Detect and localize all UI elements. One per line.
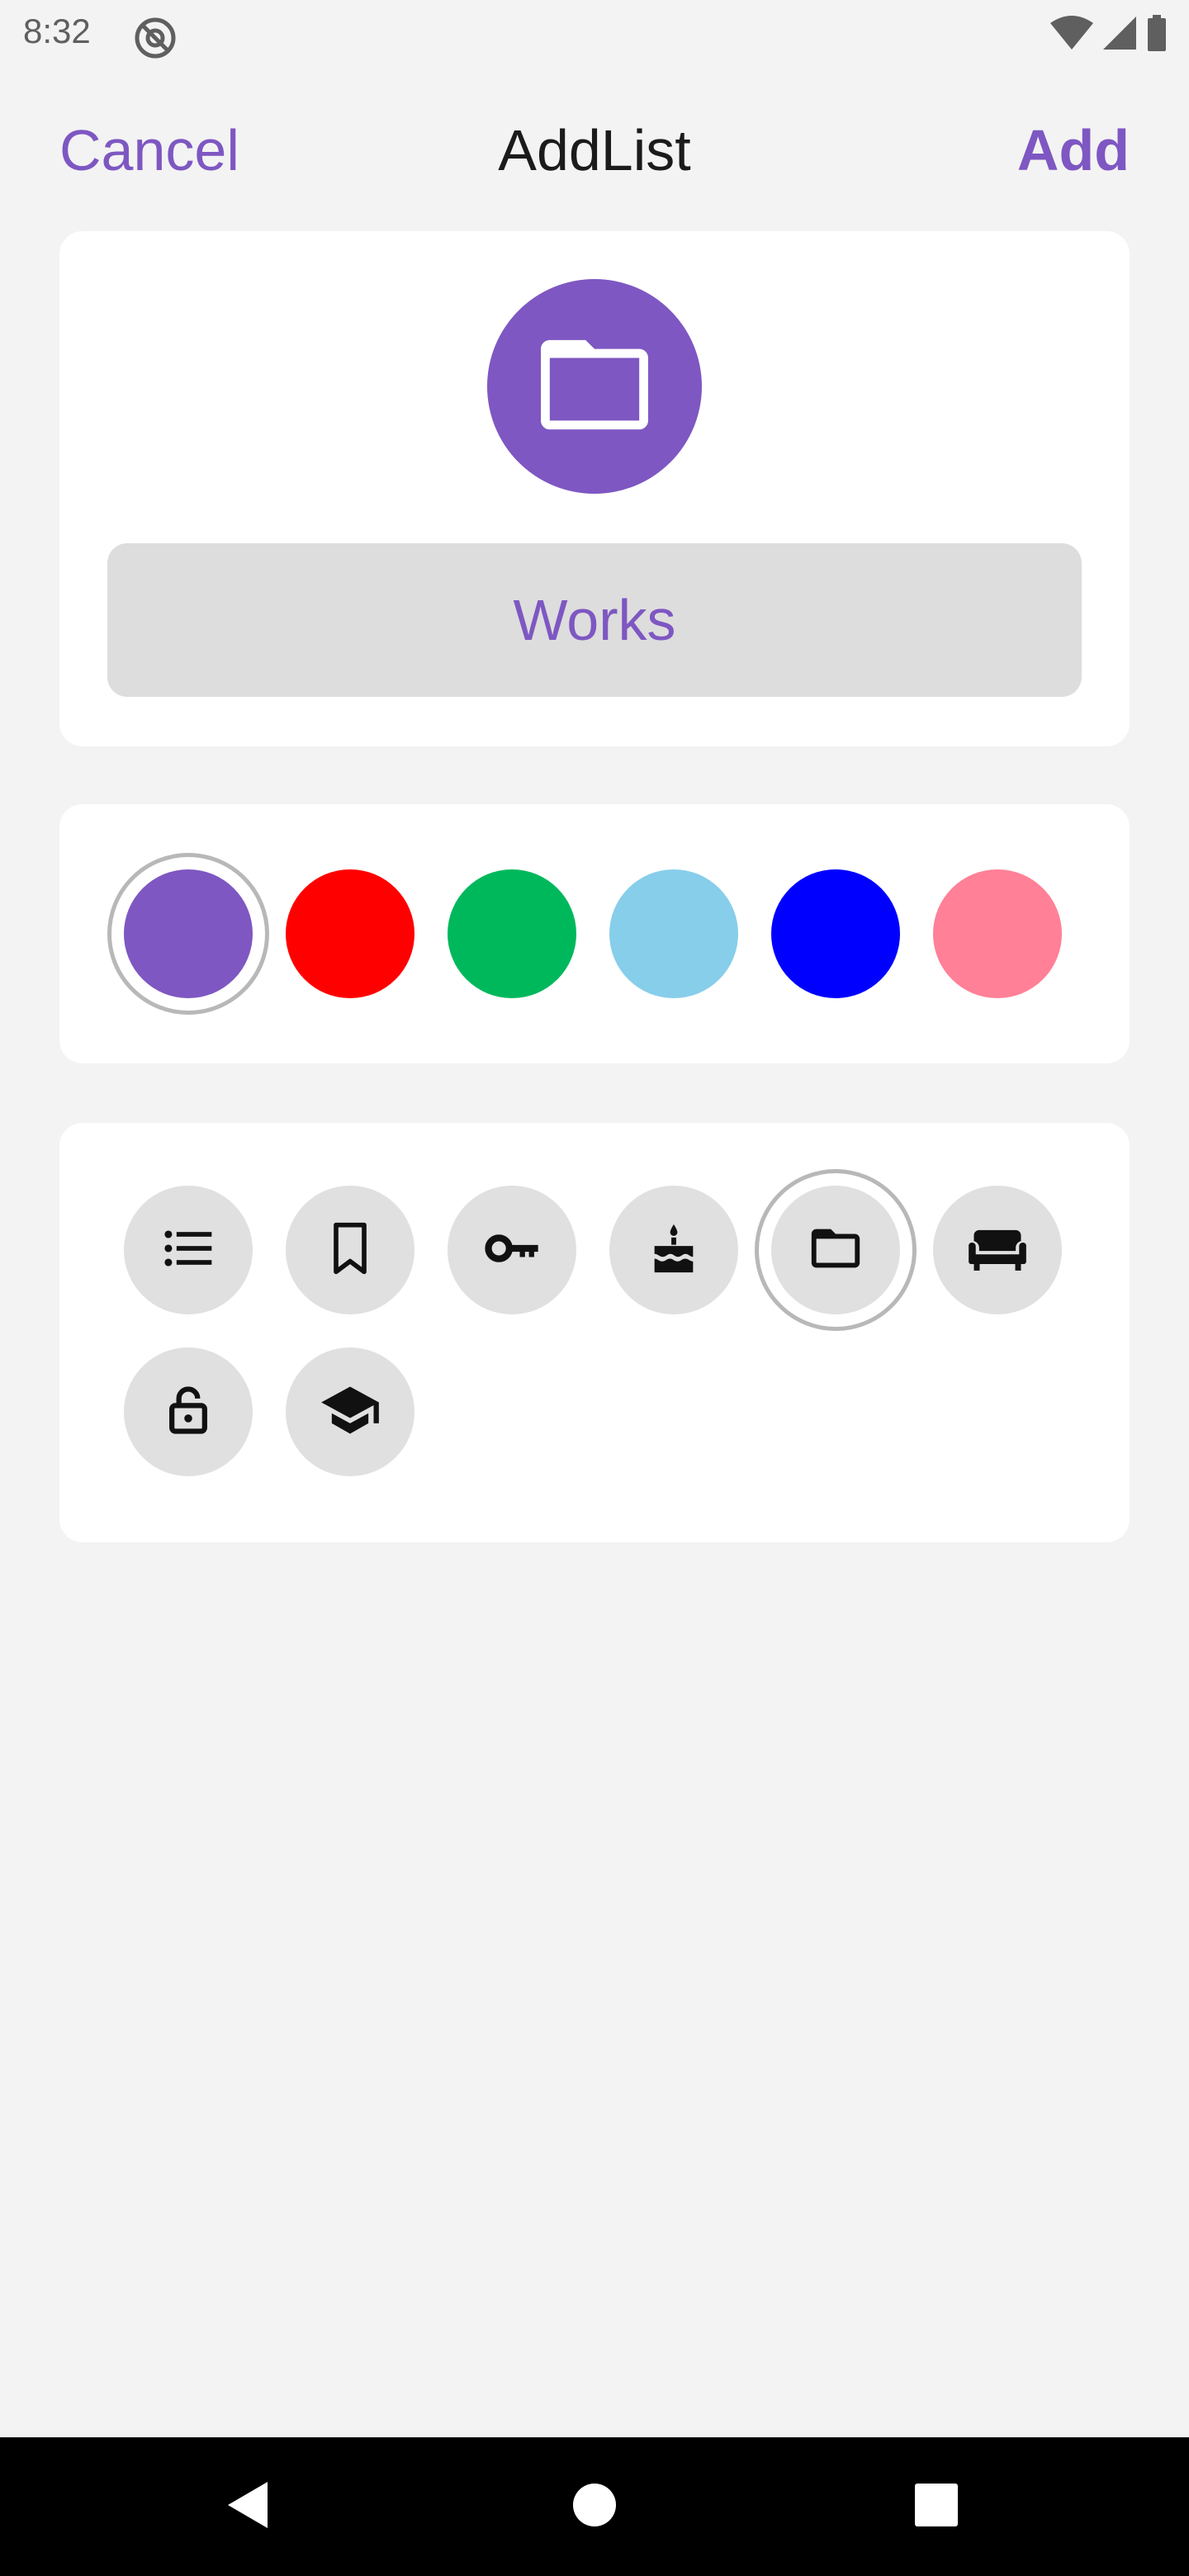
icon-option-button[interactable] <box>124 1347 253 1476</box>
folder-icon <box>807 1219 865 1281</box>
icon-option-button[interactable] <box>286 1186 414 1314</box>
icon-option-graduation <box>269 1331 431 1493</box>
icon-option-bookmark <box>269 1169 431 1331</box>
color-swatch-red[interactable] <box>286 869 414 998</box>
icon-option-lock <box>107 1331 269 1493</box>
icon-option-button[interactable] <box>933 1186 1062 1314</box>
icon-option-button[interactable] <box>286 1347 414 1476</box>
cake-icon <box>645 1219 703 1281</box>
header: Cancel AddList Add <box>0 107 1189 198</box>
icon-option-list <box>107 1169 269 1331</box>
status-bar: 8:32 <box>0 0 1189 69</box>
list-icon <box>160 1220 216 1281</box>
add-button[interactable]: Add <box>1017 117 1130 183</box>
icon-option-cake <box>593 1169 755 1331</box>
cell-signal-icon <box>1101 15 1138 55</box>
home-button[interactable] <box>525 2437 664 2576</box>
color-picker-card <box>59 804 1130 1063</box>
color-option-2 <box>269 853 431 1015</box>
icon-option-button[interactable] <box>124 1186 253 1314</box>
icon-option-button[interactable] <box>609 1186 738 1314</box>
key-icon <box>481 1217 543 1284</box>
status-icons <box>1050 14 1168 55</box>
system-nav-bar <box>0 2437 1189 2576</box>
home-icon <box>571 2482 618 2532</box>
icon-picker-card <box>59 1123 1130 1542</box>
recents-button[interactable] <box>867 2437 1006 2576</box>
bookmark-icon <box>322 1220 378 1281</box>
color-option-6 <box>917 853 1078 1015</box>
list-name-field[interactable]: Works <box>107 543 1082 697</box>
graduation-cap-icon <box>319 1379 381 1446</box>
color-option-3 <box>431 853 593 1015</box>
icon-option-sofa <box>917 1169 1078 1331</box>
color-swatch-green[interactable] <box>448 869 576 998</box>
icon-option-folder <box>755 1169 917 1331</box>
color-option-5 <box>755 853 917 1015</box>
status-time: 8:32 <box>23 12 91 50</box>
color-swatch-blue[interactable] <box>771 869 900 998</box>
color-option-4 <box>593 853 755 1015</box>
color-swatch-purple[interactable] <box>124 869 253 998</box>
color-swatch-light-blue[interactable] <box>609 869 738 998</box>
back-icon <box>223 2479 272 2536</box>
color-option-1 <box>107 853 269 1015</box>
wifi-icon <box>1050 15 1093 55</box>
recents-icon <box>913 2482 959 2532</box>
icon-option-button[interactable] <box>771 1186 900 1314</box>
folder-icon <box>541 339 648 434</box>
back-button[interactable] <box>178 2437 317 2576</box>
icon-option-key <box>431 1169 593 1331</box>
icon-option-button[interactable] <box>448 1186 576 1314</box>
at-sign-icon <box>132 15 178 61</box>
lock-open-icon <box>160 1382 216 1442</box>
color-swatch-pink[interactable] <box>933 869 1062 998</box>
list-preview-card: Works <box>59 231 1130 746</box>
list-icon-preview <box>487 279 702 494</box>
battery-icon <box>1146 14 1168 55</box>
page-title: AddList <box>498 118 691 182</box>
sofa-icon <box>966 1217 1029 1284</box>
